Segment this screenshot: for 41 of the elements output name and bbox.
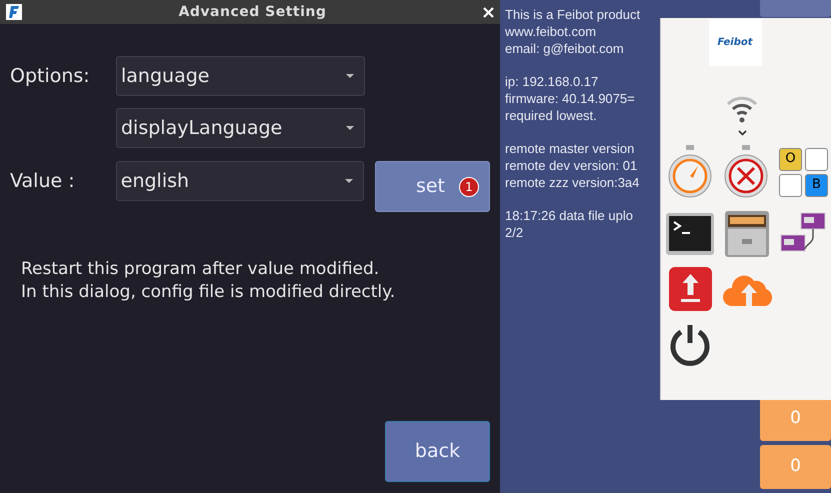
file-cabinet-icon[interactable] [723,209,771,259]
info-text: ip: 192.168.0.17 [505,73,600,90]
info-text: 2/2 [505,224,524,241]
chevron-down-icon[interactable] [738,130,746,136]
dropdown[interactable]: language [116,56,365,96]
info-text: required lowest. [505,107,598,124]
info-text: remote master version [505,140,636,157]
notification-badge: 1 [459,176,479,196]
dropdown[interactable]: displayLanguage [116,108,365,148]
color-tile[interactable]: B [805,174,828,196]
options-label: Options: [10,64,91,89]
color-tile[interactable] [779,174,802,196]
app-logo-icon [6,4,22,20]
caret-icon [346,126,354,130]
value-label: Value : [10,168,76,194]
close-icon[interactable] [483,6,494,18]
brand-logo: Feibot [708,19,762,66]
stopwatch-icon[interactable] [667,145,713,199]
info-text: remote zzz version:3a4 [505,174,640,191]
back-button[interactable]: back [385,421,490,482]
stopwatch-cancel-icon[interactable] [723,145,769,199]
tile-background [760,0,831,17]
info-text: remote dev version: 01 [505,157,638,174]
set-button[interactable]: set 1 [375,161,490,212]
info-text: firmware: 40.14.9075= [505,90,636,107]
caret-icon [345,179,354,183]
wifi-icon[interactable] [726,94,758,124]
info-text: 18:17:26 data file uplo [505,207,634,224]
color-tile[interactable]: O [779,148,802,170]
upload-icon[interactable] [669,267,712,311]
window-title: Advanced Setting [178,2,328,22]
note-text: Restart this program after value modified. [21,258,380,281]
note-text: In this dialog, config file is modified directly. [21,281,396,304]
color-tile[interactable] [805,148,828,170]
info-text: email: g@feibot.com [505,40,625,57]
terminal-icon[interactable] [665,212,715,256]
power-icon[interactable] [669,323,711,366]
dropdown[interactable]: english [116,161,364,201]
info-text: www.feibot.com [505,23,598,40]
caret-icon [346,74,354,78]
info-text: This is a Feibot product [505,6,642,23]
